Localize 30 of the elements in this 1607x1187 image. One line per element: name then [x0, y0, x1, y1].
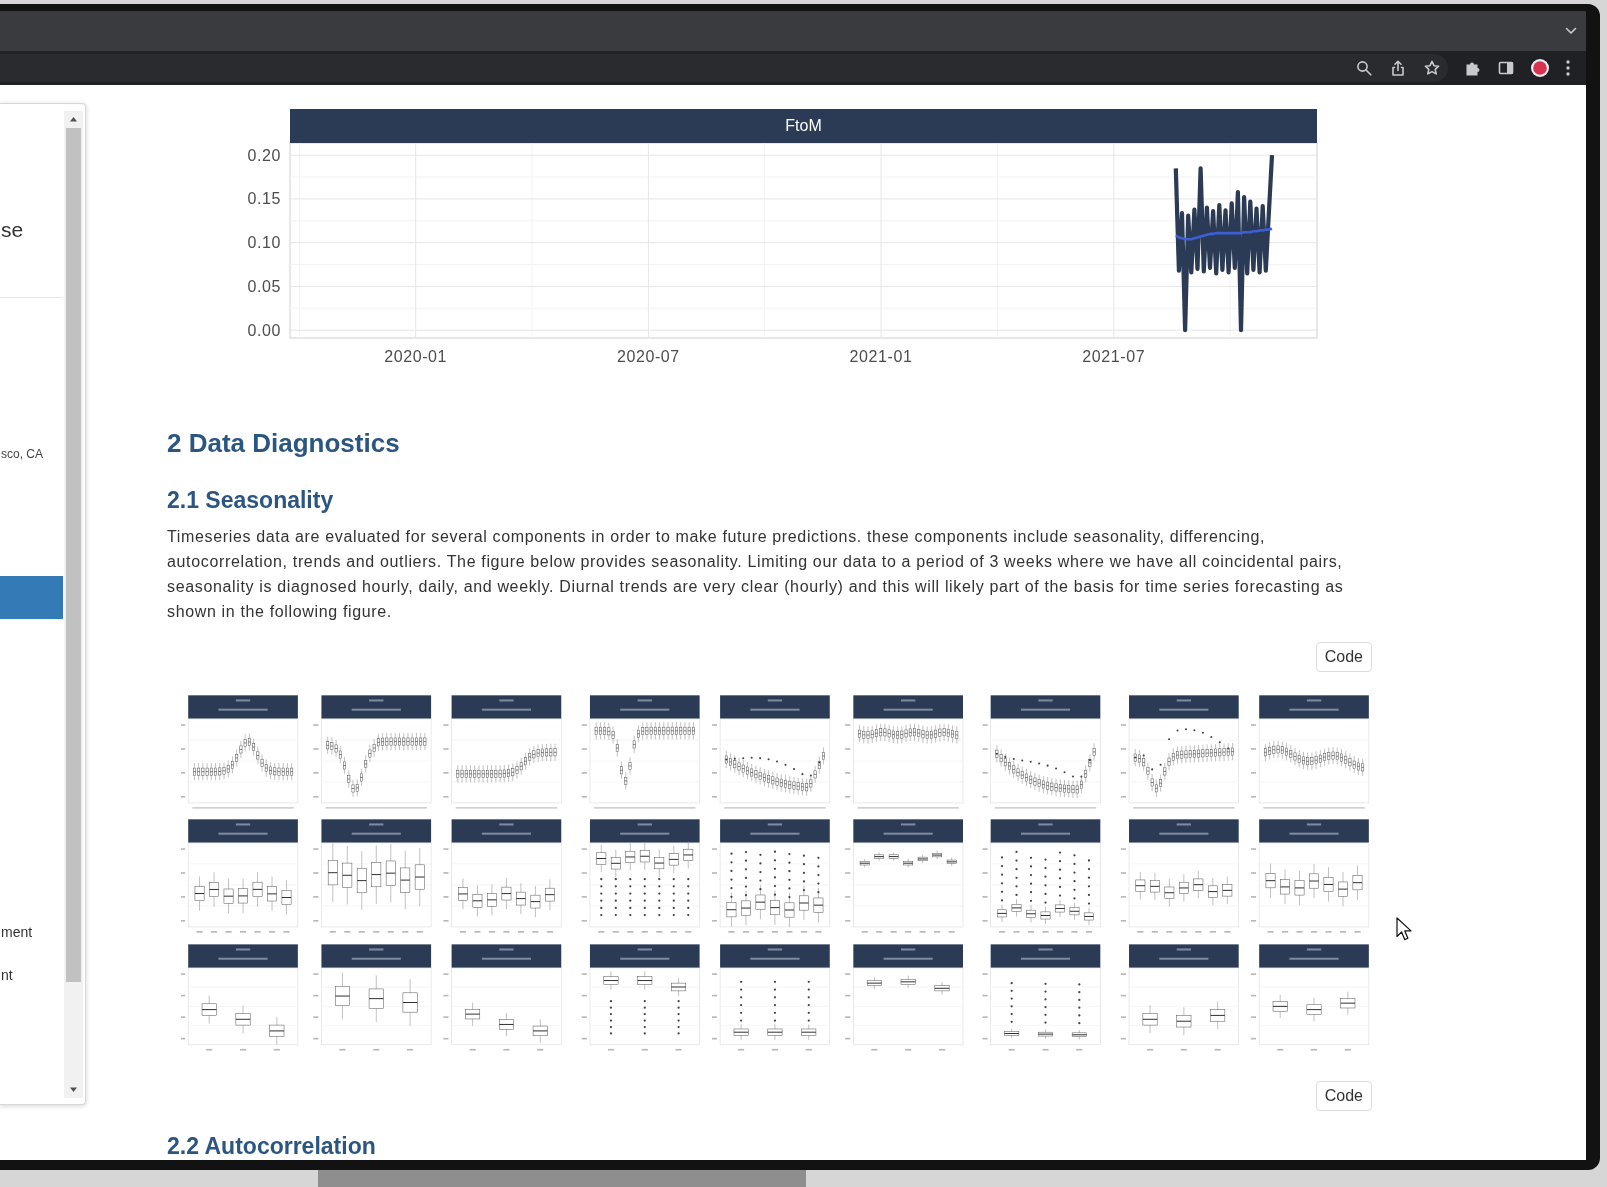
- subsection-heading: 2.1 Seasonality: [167, 488, 334, 512]
- axis-tick-label: 0.20: [247, 146, 281, 164]
- scrollbar-thumb[interactable]: [66, 128, 81, 982]
- scrollbar[interactable]: [64, 111, 83, 1098]
- avatar-icon[interactable]: [1531, 59, 1549, 77]
- axis-tick-label: 0.15: [247, 190, 281, 208]
- sidebar-title: se: [0, 218, 24, 242]
- axis-tick-label: 2021-01: [849, 348, 913, 365]
- section-heading: 2 Data Diagnostics: [167, 428, 400, 458]
- share-icon[interactable]: [1390, 60, 1406, 76]
- axis-tick-label: 0.00: [247, 321, 281, 339]
- sidebar-byline: sco, CA: [0, 446, 43, 462]
- axis-tick-label: 0.05: [247, 277, 281, 295]
- axis-tick-label: 2021-07: [1082, 348, 1146, 365]
- subsection-heading: 2.2 Autocorrelation: [167, 1134, 376, 1158]
- code-button[interactable]: Code: [1315, 1081, 1372, 1111]
- star-icon[interactable]: [1424, 60, 1440, 76]
- axis-tick-label: 2020-07: [616, 348, 680, 365]
- cursor-icon: [1396, 917, 1412, 941]
- toc-item[interactable]: nt: [0, 953, 63, 996]
- kebab-menu-icon[interactable]: [1566, 60, 1570, 76]
- body-paragraph: Timeseries data are evaluated for several components in order to make future predictions. these components include seasonality, differencing, autocorrelation, trends and outliers. The figure below provides seasonality. Limiting our data to a period of 3 weeks where we have all coincidental pairs, seasonality is diagnosed hourly, daily, and weekly. Diurnal trends are very clear (hourly) and this will likely part of the basis for time series forecasting as shown in the following figure.: [167, 527, 1345, 622]
- chart-title: FtoM: [785, 117, 822, 134]
- axis-tick-label: 2020-01: [384, 348, 448, 365]
- side-panel-icon[interactable]: [1498, 60, 1514, 76]
- axis-tick-label: 0.10: [247, 234, 281, 252]
- magnifier-icon[interactable]: [1356, 60, 1372, 76]
- toc-item[interactable]: ment: [0, 910, 63, 953]
- code-button[interactable]: Code: [1315, 642, 1372, 672]
- puzzle-icon[interactable]: [1465, 60, 1481, 76]
